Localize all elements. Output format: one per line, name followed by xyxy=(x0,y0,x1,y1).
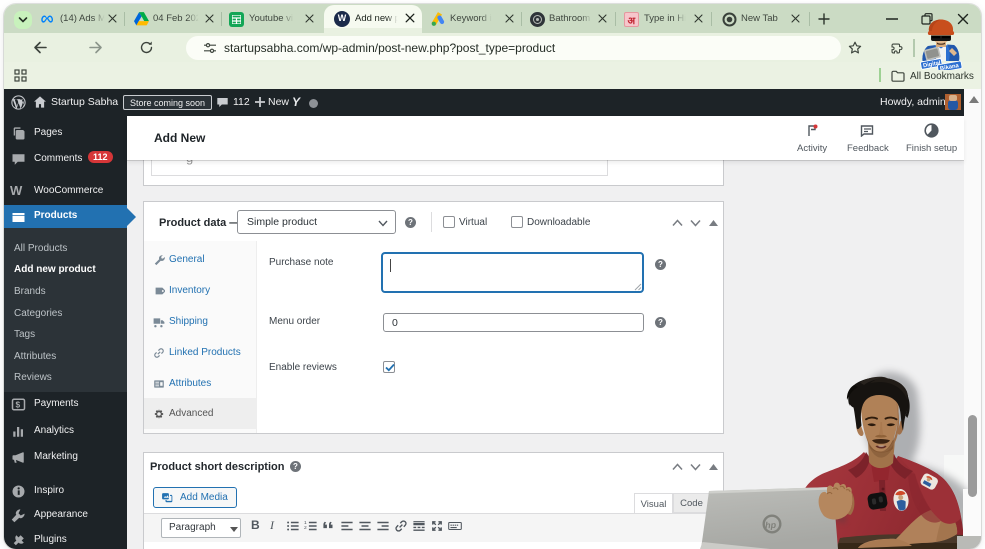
svg-text:$: $ xyxy=(16,401,21,410)
svg-text:hp: hp xyxy=(765,520,777,531)
svg-text:2: 2 xyxy=(304,525,307,531)
svg-text:1: 1 xyxy=(304,520,307,526)
